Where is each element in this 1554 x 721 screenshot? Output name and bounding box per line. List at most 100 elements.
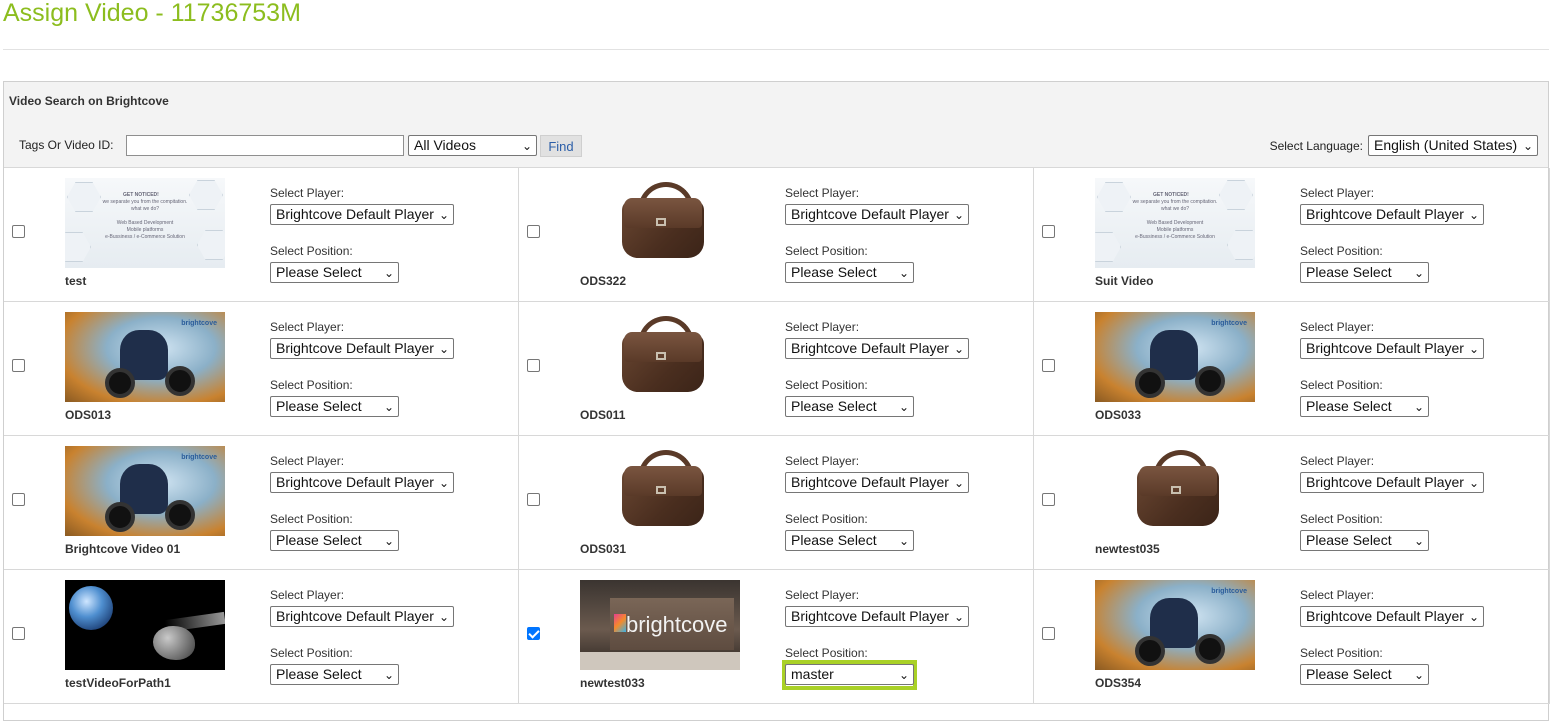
chevron-down-icon: ⌄ <box>1468 342 1479 356</box>
player-select[interactable]: Brightcove Default Player ⌄ <box>785 204 969 225</box>
panel-heading: Video Search on Brightcove <box>9 94 169 108</box>
video-select-checkbox[interactable] <box>1042 627 1055 640</box>
find-button[interactable]: Find <box>540 135 582 157</box>
position-select[interactable]: Please Select ⌄ <box>270 262 399 283</box>
video-select-checkbox[interactable] <box>527 627 540 640</box>
banner-line: Mobile platforms <box>1156 227 1194 233</box>
video-select-checkbox[interactable] <box>12 627 25 640</box>
select-position-label: Select Position: <box>1300 646 1383 660</box>
video-thumbnail: brightcove <box>1095 312 1255 402</box>
chevron-down-icon: ⌄ <box>521 139 532 153</box>
video-select-checkbox[interactable] <box>527 493 540 506</box>
player-select[interactable]: Brightcove Default Player ⌄ <box>1300 338 1484 359</box>
select-player-label: Select Player: <box>1300 588 1375 602</box>
position-select[interactable]: Please Select ⌄ <box>270 664 399 685</box>
player-select[interactable]: Brightcove Default Player ⌄ <box>785 472 969 493</box>
select-position-label: Select Position: <box>270 378 353 392</box>
select-player-label: Select Player: <box>1300 454 1375 468</box>
position-select[interactable]: Please Select ⌄ <box>785 396 914 417</box>
chevron-down-icon: ⌄ <box>1413 668 1424 682</box>
chevron-down-icon: ⌄ <box>1522 139 1533 153</box>
video-select-checkbox[interactable] <box>1042 359 1055 372</box>
video-search-panel: Video Search on Brightcove Tags Or Video… <box>3 81 1550 721</box>
video-card: GET NOTICED! we separate you from the co… <box>1034 168 1550 302</box>
video-name: ODS031 <box>580 542 627 556</box>
chevron-down-icon: ⌄ <box>438 208 449 222</box>
select-position-label: Select Position: <box>1300 244 1383 258</box>
video-select-checkbox[interactable] <box>1042 493 1055 506</box>
video-card: brightcove ODS013 Select Player: Brightc… <box>4 302 519 436</box>
video-name: ODS013 <box>65 408 112 422</box>
video-card: ODS011 Select Player: Brightcove Default… <box>519 302 1034 436</box>
chevron-down-icon: ⌄ <box>953 610 964 624</box>
video-filter-select[interactable]: All Videos ⌄ <box>408 135 537 156</box>
position-select[interactable]: master ⌄ <box>785 664 914 685</box>
player-select[interactable]: Brightcove Default Player ⌄ <box>270 472 454 493</box>
video-select-checkbox[interactable] <box>1042 225 1055 238</box>
video-card: newtest035 Select Player: Brightcove Def… <box>1034 436 1550 570</box>
video-card: brightcove ODS033 Select Player: Brightc… <box>1034 302 1550 436</box>
chevron-down-icon: ⌄ <box>1468 610 1479 624</box>
banner-line: what we do? <box>130 206 160 212</box>
player-select-value: Brightcove Default Player <box>1306 340 1464 356</box>
chevron-down-icon: ⌄ <box>1413 266 1424 280</box>
player-select[interactable]: Brightcove Default Player ⌄ <box>1300 472 1484 493</box>
chevron-down-icon: ⌄ <box>1468 208 1479 222</box>
video-thumbnail <box>580 446 740 536</box>
video-card: ODS031 Select Player: Brightcove Default… <box>519 436 1034 570</box>
player-select-value: Brightcove Default Player <box>276 206 434 222</box>
player-select-value: Brightcove Default Player <box>1306 206 1464 222</box>
video-filter-value: All Videos <box>414 137 477 153</box>
select-player-label: Select Player: <box>270 186 345 200</box>
position-select[interactable]: Please Select ⌄ <box>785 262 914 283</box>
player-select[interactable]: Brightcove Default Player ⌄ <box>1300 204 1484 225</box>
select-player-label: Select Player: <box>1300 320 1375 334</box>
video-select-checkbox[interactable] <box>12 493 25 506</box>
position-select-value: Please Select <box>276 398 362 414</box>
select-position-label: Select Position: <box>1300 512 1383 526</box>
tags-input[interactable] <box>126 135 404 156</box>
language-select[interactable]: English (United States) ⌄ <box>1368 135 1538 156</box>
player-select-value: Brightcove Default Player <box>1306 474 1464 490</box>
position-select[interactable]: Please Select ⌄ <box>1300 262 1429 283</box>
position-select[interactable]: Please Select ⌄ <box>1300 664 1429 685</box>
video-thumbnail: brightcove <box>65 312 225 402</box>
banner-line: e-Bussiness / e-Commerce Solution <box>1135 234 1215 240</box>
select-position-label: Select Position: <box>270 244 353 258</box>
select-player-label: Select Player: <box>785 588 860 602</box>
chevron-down-icon: ⌄ <box>383 400 394 414</box>
position-select[interactable]: Please Select ⌄ <box>785 530 914 551</box>
brightcove-logo: brightcove <box>181 454 217 461</box>
video-select-checkbox[interactable] <box>527 359 540 372</box>
language-label: Select Language: <box>1269 139 1363 153</box>
video-thumbnail: GET NOTICED! we separate you from the co… <box>1095 178 1255 268</box>
position-select-value: Please Select <box>276 532 362 548</box>
position-select[interactable]: Please Select ⌄ <box>1300 530 1429 551</box>
banner-line: we separate you from the compitation. <box>102 199 188 205</box>
chevron-down-icon: ⌄ <box>383 534 394 548</box>
player-select[interactable]: Brightcove Default Player ⌄ <box>785 606 969 627</box>
video-select-checkbox[interactable] <box>527 225 540 238</box>
player-select[interactable]: Brightcove Default Player ⌄ <box>270 338 454 359</box>
video-select-checkbox[interactable] <box>12 225 25 238</box>
video-select-checkbox[interactable] <box>12 359 25 372</box>
player-select[interactable]: Brightcove Default Player ⌄ <box>270 606 454 627</box>
player-select[interactable]: Brightcove Default Player ⌄ <box>270 204 454 225</box>
select-position-label: Select Position: <box>1300 378 1383 392</box>
position-select[interactable]: Please Select ⌄ <box>270 396 399 417</box>
title-divider <box>3 49 1549 50</box>
position-select[interactable]: Please Select ⌄ <box>270 530 399 551</box>
brightcove-logo: brightcove <box>1211 320 1247 327</box>
chevron-down-icon: ⌄ <box>898 668 909 682</box>
position-select-value: Please Select <box>1306 532 1392 548</box>
chevron-down-icon: ⌄ <box>438 342 449 356</box>
player-select[interactable]: Brightcove Default Player ⌄ <box>785 338 969 359</box>
video-name: ODS354 <box>1095 676 1142 690</box>
player-select[interactable]: Brightcove Default Player ⌄ <box>1300 606 1484 627</box>
chevron-down-icon: ⌄ <box>383 266 394 280</box>
position-select-value: Please Select <box>1306 398 1392 414</box>
position-select[interactable]: Please Select ⌄ <box>1300 396 1429 417</box>
chevron-down-icon: ⌄ <box>953 342 964 356</box>
brightcove-logo: brightcove <box>1211 588 1247 595</box>
video-name: Suit Video <box>1095 274 1154 288</box>
